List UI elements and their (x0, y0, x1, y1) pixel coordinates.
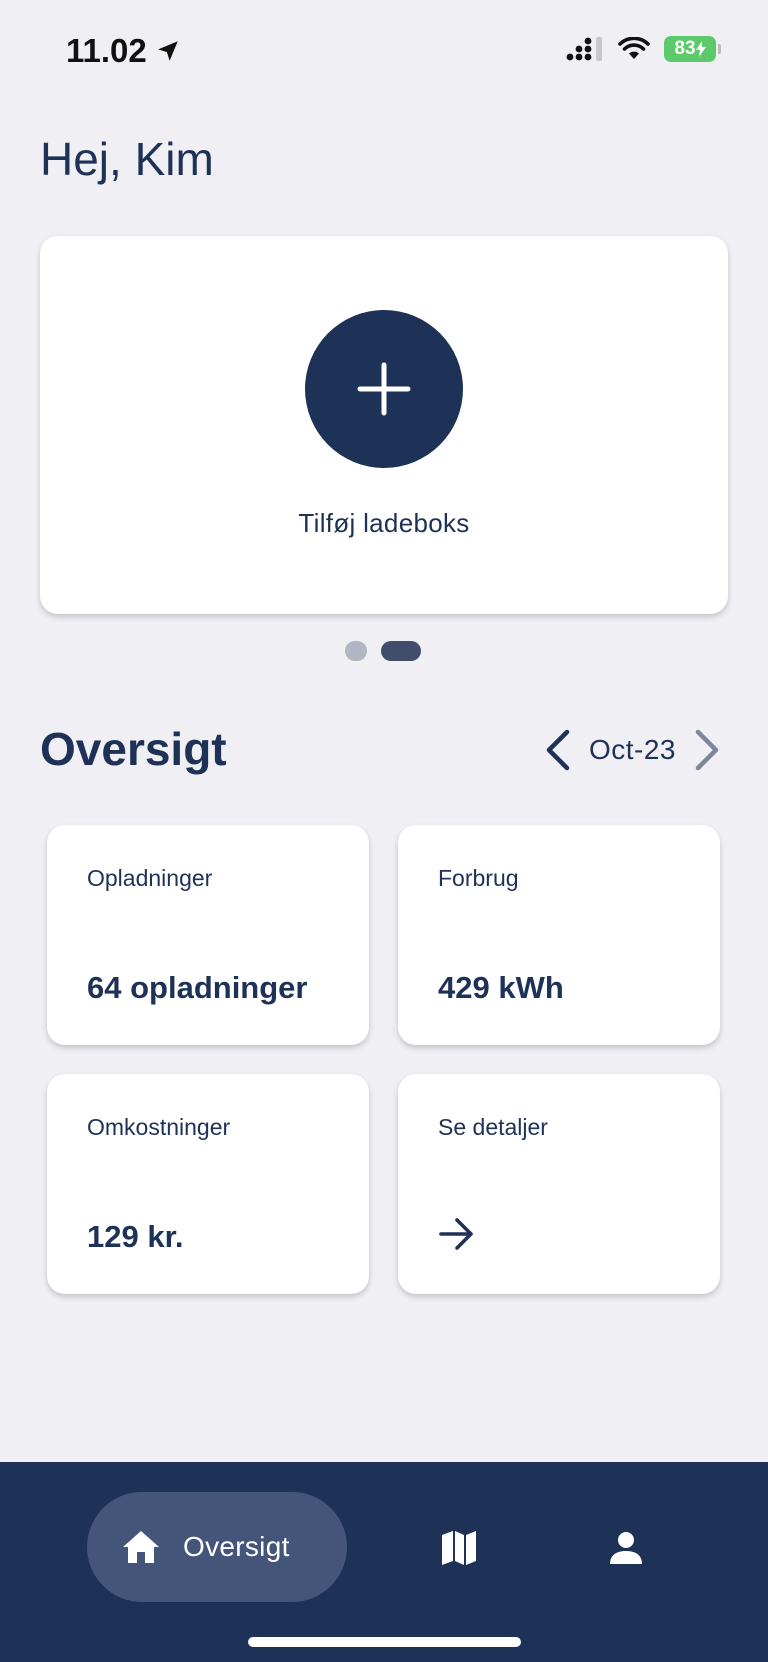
consumption-label: Forbrug (438, 865, 519, 891)
add-charger-button[interactable] (305, 310, 463, 468)
home-indicator (248, 1637, 521, 1647)
chevron-left-icon (546, 729, 570, 771)
status-time-text: 11.02 (66, 32, 147, 69)
costs-tile: Omkostninger 129 kr. (47, 1074, 369, 1294)
status-indicators: 83 (566, 36, 721, 62)
arrow-right-icon (439, 1218, 473, 1250)
battery-indicator: 83 (664, 36, 721, 62)
overview-title: Oversigt (40, 723, 227, 775)
pager-dot-2-active[interactable] (381, 641, 421, 661)
previous-month-button[interactable] (545, 729, 571, 771)
add-charger-label: Tilføj ladeboks (298, 508, 470, 538)
bottom-navigation: Oversigt (0, 1462, 768, 1662)
see-details-tile[interactable]: Se detaljer (398, 1074, 720, 1294)
costs-value: 129 kr. (87, 1219, 184, 1254)
add-charger-card[interactable]: Tilføj ladeboks (40, 236, 728, 614)
greeting-title: Hej, Kim (40, 133, 214, 185)
nav-item-map[interactable] (431, 1520, 487, 1576)
nav-item-profile[interactable] (598, 1520, 654, 1576)
costs-label: Omkostninger (87, 1114, 231, 1140)
current-month: Oct-23 (588, 734, 676, 765)
see-details-label: Se detaljer (438, 1114, 548, 1140)
wifi-icon (618, 37, 650, 59)
consumption-tile: Forbrug 429 kWh (398, 825, 720, 1045)
carousel-pager (345, 641, 421, 661)
status-bar: 11.02 83 (0, 0, 768, 100)
nav-item-overview[interactable]: Oversigt (87, 1492, 347, 1602)
status-time: 11.02 (66, 32, 181, 70)
pager-dot-1[interactable] (345, 641, 367, 661)
charging-bolt-icon (695, 41, 706, 57)
chevron-right-icon (695, 729, 719, 771)
nav-item-overview-label: Oversigt (183, 1531, 290, 1562)
home-icon (123, 1531, 159, 1563)
location-arrow-icon (158, 41, 178, 61)
next-month-button[interactable] (694, 729, 720, 771)
charges-value: 64 opladninger (87, 970, 308, 1005)
plus-icon (357, 362, 411, 416)
charges-label: Opladninger (87, 865, 213, 891)
charges-tile: Opladninger 64 opladninger (47, 825, 369, 1045)
consumption-value: 429 kWh (438, 970, 564, 1005)
battery-level: 83 (674, 38, 696, 59)
month-navigator: Oct-23 (545, 726, 720, 774)
map-icon (442, 1531, 476, 1565)
cellular-signal-icon (566, 37, 602, 61)
profile-icon (610, 1532, 642, 1564)
